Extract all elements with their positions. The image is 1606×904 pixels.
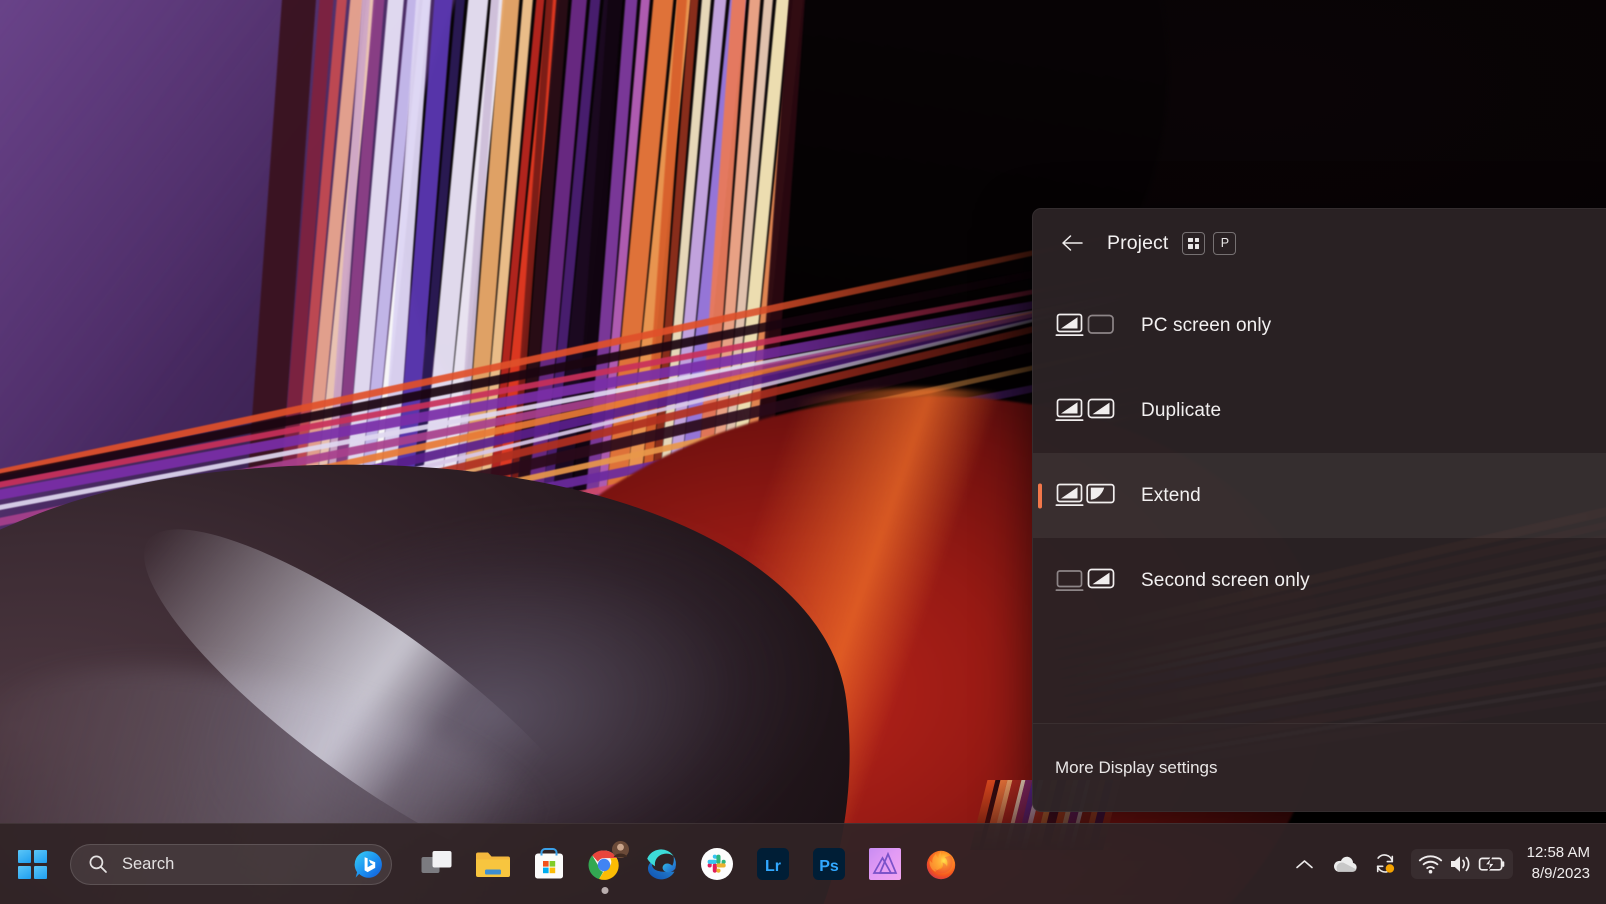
- chrome-profile-avatar: [612, 841, 629, 858]
- affinity-photo-icon: [868, 847, 902, 881]
- taskbar[interactable]: Search: [0, 823, 1606, 904]
- taskbar-item-affinity-photo[interactable]: [864, 843, 906, 885]
- adobe-lightroom-icon: Lr: [756, 847, 790, 881]
- start-button[interactable]: [10, 842, 54, 886]
- selection-indicator: [1038, 483, 1042, 508]
- windows-update-icon: [1373, 852, 1397, 876]
- flyout-title: Project: [1107, 232, 1168, 255]
- extend-icon: [1055, 479, 1117, 513]
- file-explorer-icon: [474, 848, 512, 880]
- project-mode-list: PC screen only Duplicate: [1033, 277, 1606, 623]
- duplicate-icon: [1055, 394, 1117, 428]
- mode-label: PC screen only: [1141, 315, 1271, 337]
- microsoft-store-icon: [532, 847, 566, 881]
- taskbar-item-task-view[interactable]: [416, 843, 458, 885]
- flyout-footer: More Display settings: [1033, 723, 1606, 811]
- taskbar-item-google-chrome[interactable]: [584, 843, 626, 885]
- onedrive-cloud-icon: [1331, 855, 1358, 874]
- taskbar-item-file-explorer[interactable]: [472, 843, 514, 885]
- taskbar-item-microsoft-edge[interactable]: [640, 843, 682, 885]
- win-key-icon: [1182, 232, 1205, 255]
- tray-overflow-button[interactable]: [1285, 842, 1325, 886]
- back-arrow-icon: [1061, 234, 1084, 252]
- second-screen-only-icon: [1055, 564, 1117, 598]
- chevron-up-icon: [1295, 858, 1314, 871]
- windows-logo-icon: [18, 850, 47, 879]
- taskbar-item-adobe-lightroom[interactable]: Lr: [752, 843, 794, 885]
- taskbar-item-adobe-photoshop[interactable]: Ps: [808, 843, 850, 885]
- project-mode-duplicate[interactable]: Duplicate: [1033, 368, 1606, 453]
- system-tray: 12:58 AM 8/9/2023: [1285, 842, 1606, 886]
- mode-label: Duplicate: [1141, 400, 1221, 422]
- keyboard-shortcut-hint: P: [1182, 232, 1236, 255]
- search-icon: [88, 854, 108, 874]
- task-view-icon: [420, 848, 454, 880]
- project-mode-pc-screen-only[interactable]: PC screen only: [1033, 283, 1606, 368]
- mode-label: Second screen only: [1141, 570, 1310, 592]
- search-placeholder: Search: [122, 855, 354, 874]
- mozilla-firefox-icon: [923, 846, 959, 882]
- quick-settings-button[interactable]: [1411, 849, 1513, 879]
- wifi-icon: [1418, 853, 1443, 875]
- taskbar-item-mozilla-firefox[interactable]: [920, 843, 962, 885]
- svg-text:Lr: Lr: [765, 858, 781, 875]
- volume-icon: [1448, 853, 1473, 875]
- clock-date: 8/9/2023: [1527, 864, 1590, 885]
- flyout-header: Project P: [1033, 209, 1606, 277]
- search-input[interactable]: Search: [70, 844, 392, 885]
- taskbar-app-list: Lr Ps: [416, 843, 962, 885]
- pc-screen-only-icon: [1055, 309, 1117, 343]
- svg-text:Ps: Ps: [819, 858, 839, 875]
- taskbar-left-cluster: Search: [0, 842, 392, 886]
- bing-chat-icon[interactable]: [354, 850, 383, 879]
- clock-button[interactable]: 12:58 AM 8/9/2023: [1527, 843, 1590, 884]
- taskbar-item-slack[interactable]: [696, 843, 738, 885]
- tray-windows-update-button[interactable]: [1365, 842, 1405, 886]
- mode-label: Extend: [1141, 485, 1201, 507]
- taskbar-item-microsoft-store[interactable]: [528, 843, 570, 885]
- battery-charging-icon: [1478, 853, 1506, 875]
- microsoft-edge-icon: [643, 846, 679, 882]
- running-indicator: [602, 887, 609, 894]
- project-mode-second-screen-only[interactable]: Second screen only: [1033, 538, 1606, 623]
- project-mode-extend[interactable]: Extend: [1033, 453, 1606, 538]
- p-key-cap: P: [1213, 232, 1236, 255]
- clock-time: 12:58 AM: [1527, 843, 1590, 864]
- adobe-photoshop-icon: Ps: [812, 847, 846, 881]
- slack-icon: [700, 847, 734, 881]
- more-display-settings-link[interactable]: More Display settings: [1055, 758, 1218, 778]
- project-flyout[interactable]: Project P PC screen only: [1032, 208, 1606, 812]
- tray-onedrive-button[interactable]: [1325, 842, 1365, 886]
- back-button[interactable]: [1055, 226, 1089, 260]
